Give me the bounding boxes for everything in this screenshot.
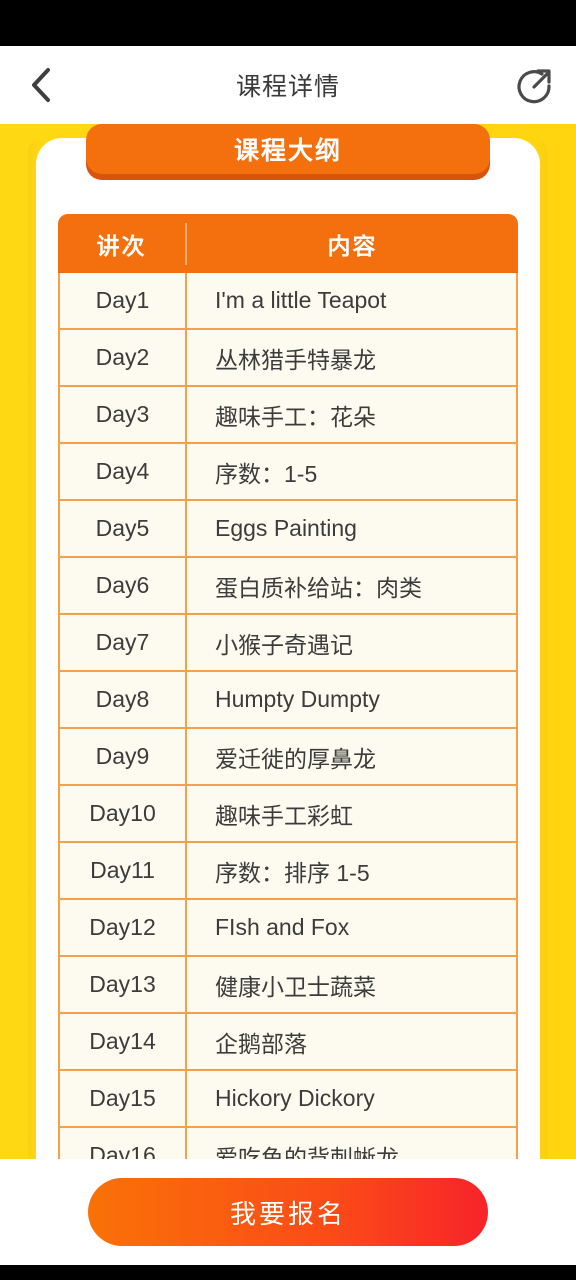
banner-title: 课程大纲 [233,137,342,165]
row-content: I'm a little Teapot [215,287,387,313]
table-row: Day14 企鹅部落 [58,1014,518,1071]
row-day: Day15 [60,1071,187,1126]
row-content: 序数：1-5 [215,460,318,487]
back-button[interactable] [18,62,64,108]
row-content: 趣味手工彩虹 [215,802,353,829]
table-row: Day5 Eggs Painting [58,501,518,558]
share-circle-arrow-icon [517,69,551,104]
row-day: Day12 [60,900,187,955]
row-day: Day4 [60,444,187,499]
row-day: Day14 [60,1014,187,1069]
table-row: Day9 爱迁徙的厚鼻龙 [58,729,518,786]
table-body: Day1 I'm a little Teapot Day2 丛林猎手特暴龙 Day3 趣味… [58,273,518,1159]
row-day: Day9 [60,729,187,784]
table-row: Day16 爱吃鱼的背刺蜥龙 [58,1128,518,1159]
row-day: Day6 [60,558,187,613]
table-row: Day11 序数：排序 1-5 [58,843,518,900]
chevron-left-icon [32,68,50,102]
row-content: 趣味手工：花朵 [215,403,376,430]
row-day: Day11 [60,843,187,898]
course-detail-body: 课程大纲 讲次 内容 Day1 I'm a little Teapot Day2 丛林… [0,124,576,1159]
column-header-content: 内容 [327,232,378,259]
table-row: Day7 小猴子奇遇记 [58,615,518,672]
table-row: Day3 趣味手工：花朵 [58,387,518,444]
table-row: Day13 健康小卫士蔬菜 [58,957,518,1014]
row-day: Day8 [60,672,187,727]
column-header-lecture: 讲次 [96,232,147,259]
cta-bar: 我要报名 [0,1159,576,1265]
table-row: Day4 序数：1-5 [58,444,518,501]
row-content: 健康小卫士蔬菜 [215,973,376,1000]
row-content: Eggs Painting [215,515,357,541]
row-content: 序数：排序 1-5 [215,859,370,886]
row-day: Day2 [60,330,187,385]
bottom-system-bar [0,1265,576,1280]
table-row: Day6 蛋白质补给站：肉类 [58,558,518,615]
page-title: 课程详情 [235,73,340,101]
section-banner: 课程大纲 [86,124,490,180]
course-outline-table: 讲次 内容 Day1 I'm a little Teapot Day2 丛林猎手特暴龙… [58,214,518,1159]
table-header-row: 讲次 内容 [58,214,518,273]
row-day: Day13 [60,957,187,1012]
table-row: Day2 丛林猎手特暴龙 [58,330,518,387]
table-row: Day1 I'm a little Teapot [58,273,518,330]
row-day: Day5 [60,501,187,556]
row-day: Day16 [60,1128,187,1159]
table-row: Day12 FIsh and Fox [58,900,518,957]
table-row: Day15 Hickory Dickory [58,1071,518,1128]
row-content: 蛋白质补给站：肉类 [215,574,422,601]
nav-bar: 课程详情 [0,46,576,124]
row-content: FIsh and Fox [215,914,350,940]
row-day: Day3 [60,387,187,442]
row-content: Humpty Dumpty [215,686,380,712]
row-content: 企鹅部落 [215,1030,307,1057]
enroll-button[interactable]: 我要报名 [88,1178,488,1246]
row-day: Day10 [60,786,187,841]
row-content: 丛林猎手特暴龙 [215,346,376,373]
phone-screen: 课程详情 课程大纲 讲次 内容 Day1 I'm a little Teapot… [0,0,576,1280]
share-button[interactable] [512,62,558,108]
banner-plate: 课程大纲 [86,124,490,174]
row-content: Hickory Dickory [215,1085,375,1111]
status-bar [0,0,576,46]
table-row: Day8 Humpty Dumpty [58,672,518,729]
row-day: Day7 [60,615,187,670]
row-content: 爱吃鱼的背刺蜥龙 [215,1144,399,1160]
row-content: 爱迁徙的厚鼻龙 [215,745,376,772]
row-content: 小猴子奇遇记 [215,631,353,658]
row-day: Day1 [60,273,187,328]
table-row: Day10 趣味手工彩虹 [58,786,518,843]
